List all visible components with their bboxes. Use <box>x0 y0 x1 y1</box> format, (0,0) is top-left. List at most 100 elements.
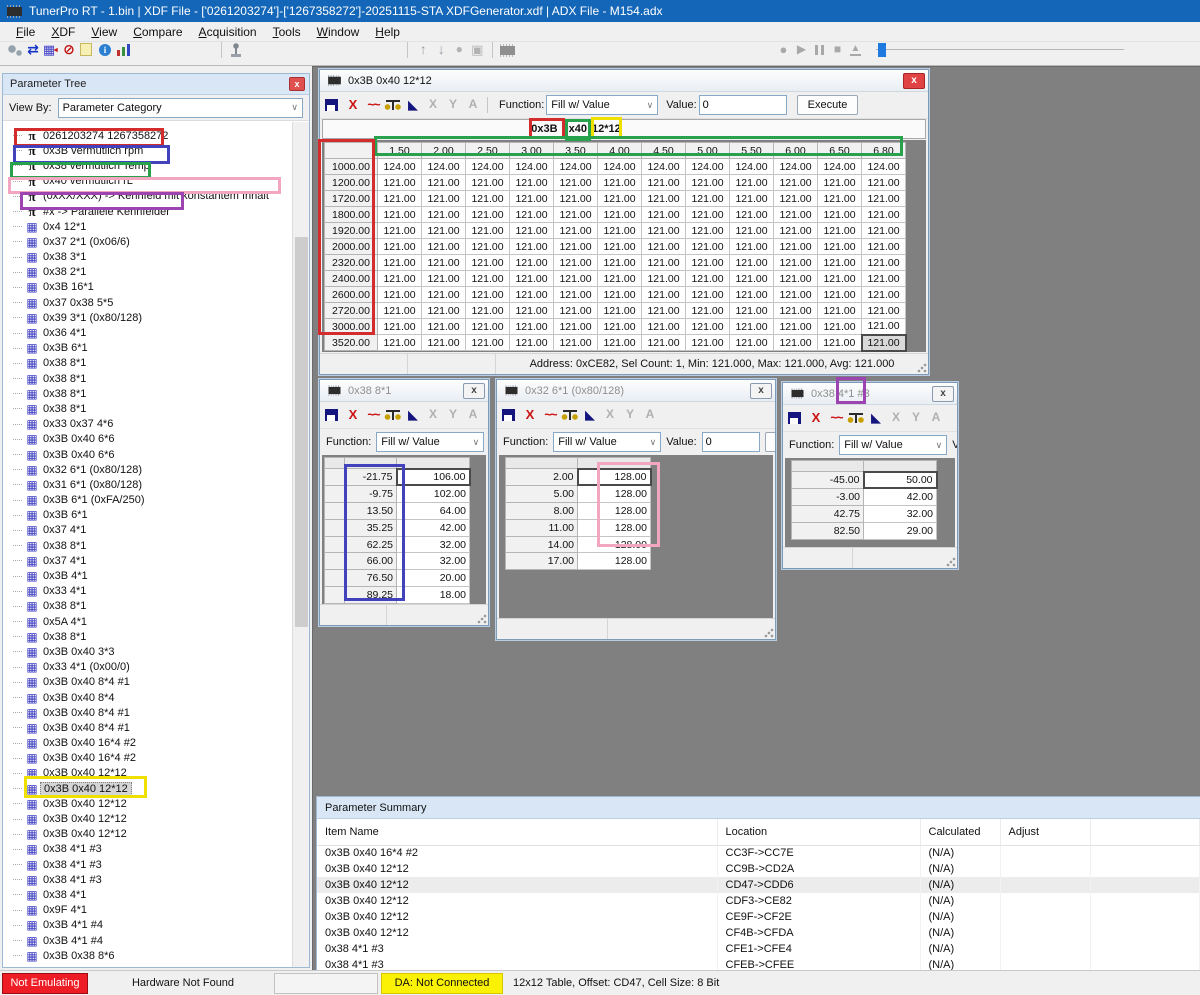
grid-cell[interactable]: 121.00 <box>378 255 422 271</box>
grid-cell[interactable]: 121.00 <box>554 223 598 239</box>
tree-item[interactable]: ▦0x37 2*1 (0x06/6) <box>3 234 292 249</box>
tree-item[interactable]: ▦0x37 0x38 5*5 <box>3 295 292 310</box>
grid-cell[interactable]: 121.00 <box>466 239 510 255</box>
row-header[interactable]: 89.25 <box>345 587 397 604</box>
row-header[interactable]: 42.75 <box>792 505 864 522</box>
tree-item[interactable]: ▦0x3B 0x40 6*6 <box>3 432 292 447</box>
column-header[interactable]: 6.50 <box>818 143 862 159</box>
grid-cell[interactable]: 121.00 <box>774 223 818 239</box>
grid-cell[interactable]: 121.00 <box>466 175 510 191</box>
pause-icon[interactable] <box>810 42 828 58</box>
grid-cell[interactable]: 121.00 <box>774 191 818 207</box>
joystick-icon[interactable] <box>228 42 246 58</box>
tree-item[interactable]: ▦0x38 4*1 <box>3 887 292 902</box>
tree-item[interactable]: ▦0x3B 0x40 12*12 <box>3 796 292 811</box>
tree-item[interactable]: π0x40 vermutlich rL <box>3 174 292 189</box>
grid-cell[interactable]: 121.00 <box>378 271 422 287</box>
grid-cell[interactable]: 121.00 <box>378 191 422 207</box>
value-cell[interactable]: 32.00 <box>397 553 470 570</box>
grid-cell[interactable]: 121.00 <box>554 319 598 335</box>
row-header[interactable]: 1800.00 <box>325 207 378 223</box>
tree-item[interactable]: ▦0x3B 6*1 (0xFA/250) <box>3 493 292 508</box>
row-header[interactable]: 3000.00 <box>325 319 378 335</box>
triangle-a-icon[interactable] <box>404 97 422 113</box>
column-header[interactable]: 6.00 <box>774 143 818 159</box>
grid-cell[interactable]: 121.00 <box>554 239 598 255</box>
grid-cell[interactable]: 121.00 <box>730 191 774 207</box>
summary-column-calculated[interactable]: Calculated <box>920 819 1000 845</box>
tree-item[interactable]: ▦0x3B 0x40 12*12 <box>3 827 292 842</box>
tree-item[interactable]: ▦0x32 6*1 (0x80/128) <box>3 462 292 477</box>
stop-sign-icon[interactable] <box>60 42 78 58</box>
grid-cell[interactable]: 121.00 <box>554 303 598 319</box>
row-header[interactable]: 13.50 <box>345 502 397 519</box>
grid-cell[interactable]: 121.00 <box>774 239 818 255</box>
grid-cell[interactable]: 121.00 <box>774 207 818 223</box>
column-header[interactable]: 2.00 <box>422 143 466 159</box>
tree-item[interactable]: ▦0x3B 0x40 12*12 <box>3 766 292 781</box>
grid-cell[interactable]: 121.00 <box>818 303 862 319</box>
grid-cell[interactable]: 121.00 <box>862 207 906 223</box>
grid-cell[interactable]: 121.00 <box>598 207 642 223</box>
resize-grip[interactable] <box>946 557 956 567</box>
tree-item[interactable]: ▦0x3B 0x38 8*6 <box>3 948 292 963</box>
grid-cell[interactable]: 121.00 <box>862 175 906 191</box>
grid-cell[interactable]: 121.00 <box>422 223 466 239</box>
row-header[interactable]: 8.00 <box>506 502 578 519</box>
main-window-titlebar[interactable]: 0x3B 0x40 12*12 x <box>320 70 928 92</box>
tree-item[interactable]: ▦0x3B 16*1 <box>3 280 292 295</box>
row-header[interactable]: 3520.00 <box>325 335 378 351</box>
grid-cell[interactable]: 121.00 <box>686 303 730 319</box>
grid-cell[interactable]: 124.00 <box>598 159 642 175</box>
column-header[interactable]: 6.80 <box>862 143 906 159</box>
column-header[interactable]: 4.00 <box>598 143 642 159</box>
grid-cell[interactable]: 121.00 <box>510 175 554 191</box>
record-disabled-icon[interactable] <box>450 42 468 58</box>
value-cell[interactable]: 128.00 <box>578 469 651 486</box>
value-cell[interactable]: 128.00 <box>578 502 651 519</box>
grid-cell[interactable]: 121.00 <box>686 239 730 255</box>
grid-cell[interactable]: 121.00 <box>466 255 510 271</box>
grid-cell[interactable]: 121.00 <box>510 191 554 207</box>
close-icon[interactable]: x <box>750 383 772 399</box>
tree-item[interactable]: ▦0x36 4*1 <box>3 325 292 340</box>
summary-row[interactable]: 0x3B 0x40 12*12CD47->CDD6(N/A) <box>317 877 1200 893</box>
grid-cell[interactable]: 121.00 <box>598 255 642 271</box>
summary-row[interactable]: 0x3B 0x40 16*4 #2CC3F->CC7E(N/A) <box>317 845 1200 861</box>
wave-icon[interactable] <box>364 97 382 113</box>
tree-item[interactable]: ▦0x9F 4*1 <box>3 903 292 918</box>
row-header[interactable]: 2320.00 <box>325 255 378 271</box>
tree-item[interactable]: π#x -> Parallele Kennfelder <box>3 204 292 219</box>
summary-row[interactable]: 0x38 4*1 #3CFEB->CFEE(N/A) <box>317 957 1200 971</box>
grid-cell[interactable]: 121.00 <box>686 207 730 223</box>
tree-item[interactable]: ▦0x38 8*1 <box>3 386 292 401</box>
web-info-icon[interactable] <box>96 42 114 58</box>
value-cell[interactable]: 32.00 <box>397 536 470 553</box>
grid-cell[interactable]: 121.00 <box>818 319 862 335</box>
grid-cell[interactable]: 124.00 <box>378 159 422 175</box>
row-header[interactable]: -45.00 <box>792 472 864 489</box>
tree-item[interactable]: ▦0x37 4*1 <box>3 523 292 538</box>
grid-cell[interactable]: 124.00 <box>862 159 906 175</box>
grid-cell[interactable]: 121.00 <box>378 335 422 351</box>
grid-cell[interactable]: 121.00 <box>642 191 686 207</box>
row-header[interactable]: -3.00 <box>792 488 864 505</box>
tree-item[interactable]: ▦0x3B 0x40 16*4 #2 <box>3 751 292 766</box>
grid-cell[interactable]: 121.00 <box>686 191 730 207</box>
value-cell[interactable]: 128.00 <box>578 519 651 536</box>
grid-cell[interactable]: 121.00 <box>466 303 510 319</box>
column-header[interactable]: 5.00 <box>686 143 730 159</box>
resize-grip[interactable] <box>477 614 487 624</box>
resize-grip[interactable] <box>917 363 927 373</box>
grid-cell[interactable]: 121.00 <box>774 255 818 271</box>
grid-cell[interactable]: 121.00 <box>642 223 686 239</box>
stop-media-icon[interactable] <box>828 42 846 58</box>
grid-cell[interactable]: 121.00 <box>818 335 862 351</box>
grid-cell[interactable]: 124.00 <box>642 159 686 175</box>
summary-row[interactable]: 0x3B 0x40 12*12CF4B->CFDA(N/A) <box>317 925 1200 941</box>
value-cell[interactable]: 128.00 <box>578 553 651 570</box>
bar-chart-icon[interactable] <box>114 42 132 58</box>
grid-cell[interactable]: 121.00 <box>422 239 466 255</box>
grid-cell[interactable]: 121.00 <box>642 239 686 255</box>
grid-cell[interactable]: 124.00 <box>686 159 730 175</box>
